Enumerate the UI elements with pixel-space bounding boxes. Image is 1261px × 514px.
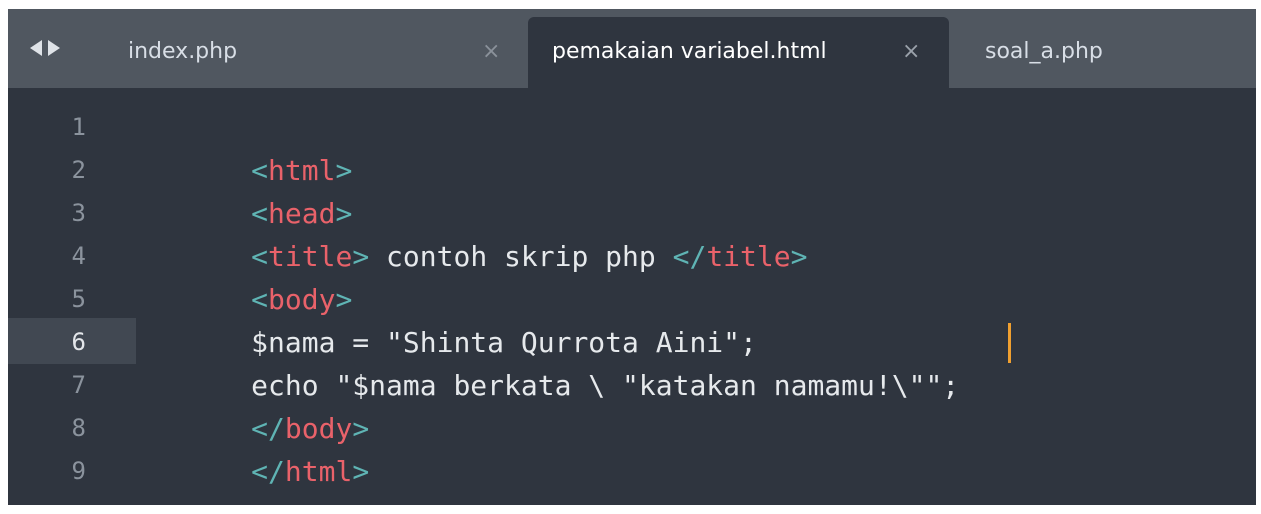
code-punct: </ [251,455,285,488]
line-number: 5 [71,285,86,313]
code-tag: html [284,455,353,488]
code-line: $nama = "Shinta Qurrota Aini"; [150,277,757,359]
line-number: 4 [71,242,86,270]
tab-soal-a-php[interactable]: soal_a.php [949,17,1249,88]
chevron-left-icon[interactable] [30,40,42,56]
code-punct: > [790,240,808,273]
code-line: echo "$nama berkata \ "katakan namamu!\"… [150,320,959,402]
tab-bar: index.php × pemakaian variabel.html × so… [8,9,1256,88]
tab-navigation [30,36,60,60]
code-editor[interactable]: index.php × pemakaian variabel.html × so… [8,9,1256,505]
line-number: 6 [71,328,86,356]
line-number: 2 [71,156,86,184]
code-punct: </ [672,240,707,273]
code-tag: title [706,240,791,273]
line-number: 1 [71,113,86,141]
tab-label: index.php [128,39,238,64]
code-line: <head> [150,148,352,230]
line-number: 7 [71,371,86,399]
line-number: 9 [71,457,86,485]
code-punct: > [352,455,370,488]
chevron-right-icon[interactable] [48,40,60,56]
code-line: <title> contoh skrip php </title> [150,191,807,273]
tab-label: soal_a.php [985,39,1103,64]
close-icon[interactable]: × [482,39,500,64]
code-line: </body> [150,363,369,445]
text-cursor [1008,323,1011,363]
code-line: </html> [150,406,369,488]
tab-label: pemakaian variabel.html [552,39,827,64]
line-number-gutter: 1 2 3 4 5 6 7 8 9 [8,88,136,505]
tab-pemakaian-variabel-html[interactable]: pemakaian variabel.html × [528,17,949,88]
code-line: <body> [150,234,352,316]
line-number: 3 [71,199,86,227]
close-icon[interactable]: × [902,39,920,64]
code-text: contoh skrip php [369,240,673,273]
tab-index-php[interactable]: index.php × [112,17,530,88]
code-punct: > [352,240,370,273]
line-number: 8 [71,414,86,442]
code-line: <html> [150,105,352,187]
